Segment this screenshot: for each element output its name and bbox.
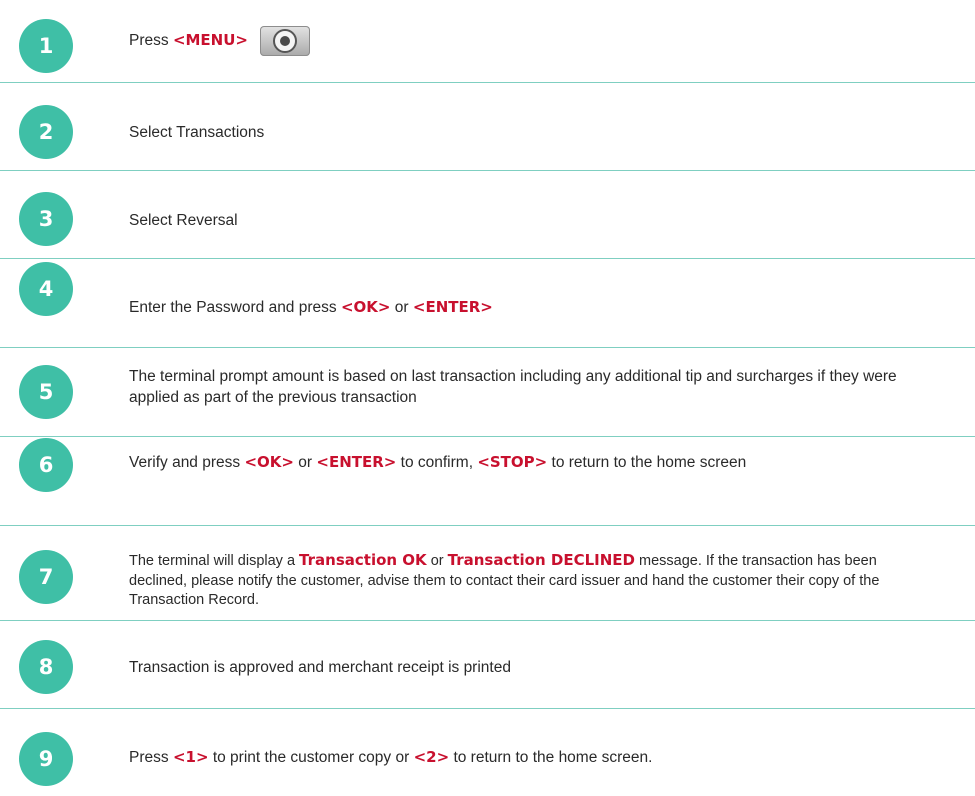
menu-button-icon — [259, 26, 310, 56]
step-number: 4 — [38, 276, 54, 301]
key-label: <MENU> — [172, 31, 248, 50]
instruction-text: Select Transactions — [129, 123, 265, 141]
step-divider — [0, 170, 975, 171]
step-instruction: Select Transactions — [129, 120, 915, 144]
instruction-text: The terminal will display a — [129, 553, 300, 570]
step-instruction: Press <1> to print the customer copy or … — [129, 745, 915, 769]
step-divider — [0, 347, 975, 348]
instruction-text: or — [293, 453, 317, 471]
step-instruction: Select Reversal — [129, 208, 915, 232]
instruction-text: or — [426, 553, 448, 570]
step-number-badge: 2 — [19, 105, 73, 159]
key-label: <OK> — [244, 452, 294, 471]
key-label: <1> — [172, 747, 209, 766]
instruction-text: or — [390, 298, 413, 316]
instruction-text: Press — [129, 748, 173, 766]
instruction-text: to return to the home screen — [547, 453, 747, 471]
step-number-badge: 5 — [19, 365, 73, 419]
step-number-badge: 9 — [19, 732, 73, 786]
step-number: 8 — [38, 654, 54, 679]
instruction-text: Transaction is approved and merchant rec… — [129, 658, 511, 676]
step-divider — [0, 620, 975, 621]
step-number: 3 — [38, 206, 54, 231]
instruction-text: Select Reversal — [129, 211, 238, 229]
instruction-text: Enter the Password and press — [129, 298, 341, 316]
key-label: Transaction DECLINED — [447, 551, 635, 570]
instruction-text: The terminal prompt amount is based on l… — [129, 368, 897, 406]
instruction-text: to confirm, — [396, 453, 478, 471]
step-instruction: The terminal will display a Transaction … — [129, 550, 915, 612]
step-number-badge: 8 — [19, 640, 73, 694]
instruction-text: Verify and press — [129, 453, 245, 471]
step-number: 5 — [38, 379, 54, 404]
step-instruction: Press <MENU> — [129, 26, 915, 56]
step-divider — [0, 82, 975, 83]
key-label: <OK> — [340, 297, 391, 316]
step-number: 6 — [38, 452, 54, 477]
step-divider — [0, 525, 975, 526]
step-divider — [0, 708, 975, 709]
instruction-text: Press — [129, 32, 173, 50]
key-label: <2> — [413, 747, 450, 766]
step-number-badge: 4 — [19, 262, 73, 316]
instruction-text: to print the customer copy or — [208, 748, 414, 766]
step-number-badge: 1 — [19, 19, 73, 73]
step-instruction: Transaction is approved and merchant rec… — [129, 655, 915, 679]
key-label: <ENTER> — [412, 297, 493, 316]
step-instruction: Enter the Password and press <OK> or <EN… — [129, 295, 915, 319]
step-number-badge: 3 — [19, 192, 73, 246]
step-instruction: Verify and press <OK> or <ENTER> to conf… — [129, 450, 915, 474]
step-divider — [0, 258, 975, 259]
key-label: <STOP> — [477, 452, 548, 471]
step-number: 2 — [38, 119, 54, 144]
step-divider — [0, 436, 975, 437]
step-number: 7 — [38, 564, 54, 589]
step-number-badge: 7 — [19, 550, 73, 604]
step-number-badge: 6 — [19, 438, 73, 492]
key-label: Transaction OK — [299, 551, 427, 570]
step-number: 1 — [38, 33, 54, 58]
instruction-text: to return to the home screen. — [449, 748, 653, 766]
step-number: 9 — [38, 746, 54, 771]
step-instruction: The terminal prompt amount is based on l… — [129, 365, 915, 409]
key-label: <ENTER> — [316, 452, 397, 471]
